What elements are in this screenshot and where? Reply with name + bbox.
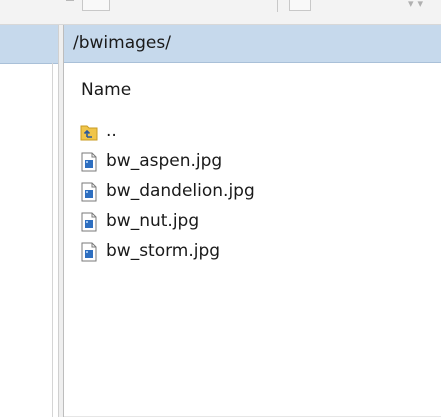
list-item-label: ..	[106, 121, 117, 141]
toolbar-separator	[277, 0, 278, 12]
remote-path-bar[interactable]: /bwimages/	[64, 25, 441, 63]
list-item-label: bw_aspen.jpg	[106, 151, 223, 171]
local-path-bar[interactable]	[0, 25, 58, 64]
image-file-icon	[80, 212, 98, 232]
list-item-file[interactable]: bw_aspen.jpg	[64, 149, 441, 179]
local-pane	[0, 25, 58, 417]
toolbar: ▾▾	[0, 0, 441, 25]
column-header-name[interactable]: Name	[81, 80, 131, 100]
image-file-icon	[80, 242, 98, 262]
parent-folder-icon	[80, 122, 98, 142]
toolbar-button[interactable]	[82, 0, 110, 11]
local-pane-border	[52, 63, 53, 417]
toolbar-tick	[66, 0, 74, 1]
image-file-icon	[80, 182, 98, 202]
list-item-file[interactable]: bw_storm.jpg	[64, 239, 441, 269]
list-item-label: bw_nut.jpg	[106, 211, 200, 231]
remote-pane: /bwimages/ Name .. bw_aspen.jpg bw_dande…	[64, 25, 441, 417]
column-header-row: Name	[64, 63, 441, 109]
remote-path-text: /bwimages/	[73, 33, 171, 53]
toolbar-overflow-icon[interactable]: ▾▾	[408, 0, 427, 10]
list-item-parent[interactable]: ..	[64, 119, 441, 149]
list-item-label: bw_storm.jpg	[106, 241, 221, 261]
list-item-file[interactable]: bw_dandelion.jpg	[64, 179, 441, 209]
list-item-label: bw_dandelion.jpg	[106, 181, 255, 201]
list-item-file[interactable]: bw_nut.jpg	[64, 209, 441, 239]
file-manager-window: ▾▾ /bwimages/ Name .. bw_aspen.jpg bw_da…	[0, 0, 441, 417]
toolbar-button[interactable]	[289, 0, 311, 11]
image-file-icon	[80, 152, 98, 172]
